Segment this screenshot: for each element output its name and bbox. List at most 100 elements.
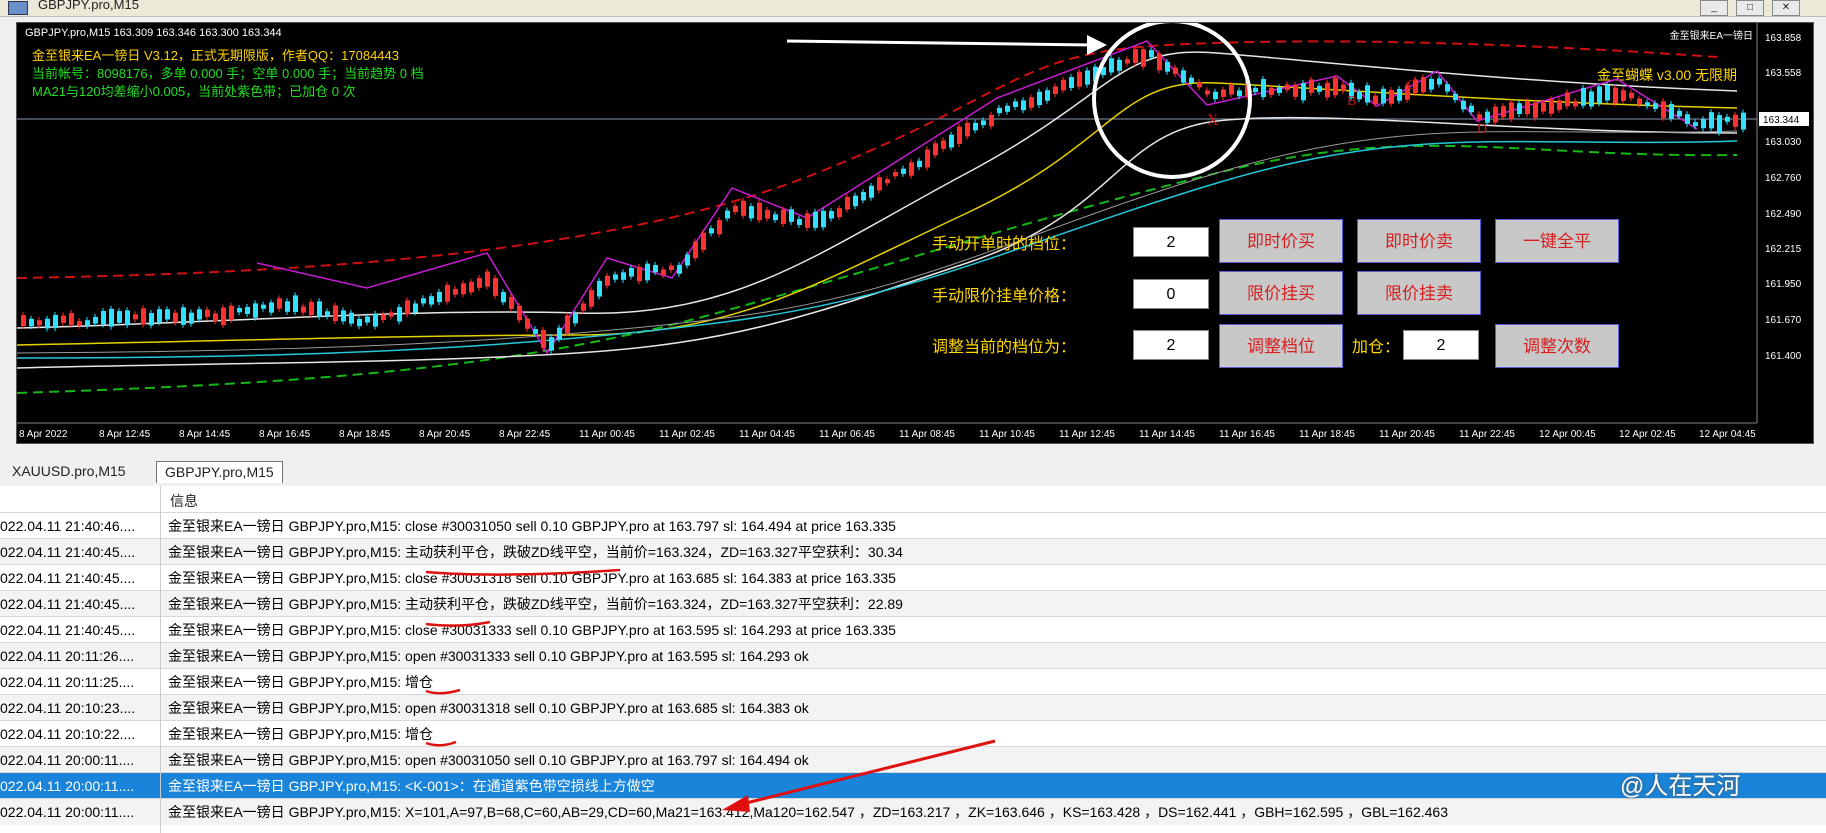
limit-sell-button[interactable]: 限价挂卖: [1357, 271, 1481, 315]
candle-body: [1029, 97, 1034, 108]
candle-body: [117, 311, 122, 323]
adjust-level-button[interactable]: 调整档位: [1219, 324, 1343, 368]
candle-body: [693, 241, 698, 259]
close-button[interactable]: ✕: [1772, 0, 1800, 16]
log-row[interactable]: 022.04.11 20:11:26.... 金至银来EA一镑日 GBPJPY.p…: [0, 642, 1826, 669]
manual-open-level-input[interactable]: 2: [1133, 227, 1209, 257]
candle-body: [1541, 102, 1546, 112]
candle-body: [1581, 87, 1586, 106]
candle-body: [1133, 49, 1138, 64]
candle-body: [645, 263, 650, 281]
time-axis-label: 12 Apr 00:45: [1539, 429, 1596, 440]
candle-body: [661, 269, 666, 276]
time-axis-label: 8 Apr 20:45: [419, 429, 471, 440]
maximize-button[interactable]: □: [1736, 0, 1764, 16]
log-row[interactable]: 022.04.11 21:40:45.... 金至银来EA一镑日 GBPJPY.p…: [0, 564, 1826, 591]
candle-body: [1629, 92, 1634, 99]
candle-body: [917, 160, 922, 168]
chart-tabs: XAUUSD.pro,M15 GBPJPY.pro,M15: [0, 461, 1826, 483]
candle-body: [997, 107, 1002, 114]
candle-body: [1693, 122, 1698, 127]
candle-body: [725, 210, 730, 219]
candle-body: [101, 310, 106, 325]
candle-body: [1125, 59, 1130, 64]
log-row[interactable]: 022.04.11 21:40:45.... 金至银来EA一镑日 GBPJPY.p…: [0, 590, 1826, 617]
candle-body: [1493, 106, 1498, 123]
candle-body: [781, 209, 786, 225]
candle-body: [1533, 102, 1538, 118]
price-axis-label: 161.670: [1765, 315, 1802, 326]
log-row[interactable]: 022.04.11 20:00:11.... 金至银来EA一镑日 GBPJPY.p…: [0, 798, 1826, 825]
candle-body: [1069, 77, 1074, 89]
candle-body: [405, 300, 410, 315]
time-axis-label: 11 Apr 10:45: [979, 429, 1035, 440]
candle-body: [333, 305, 338, 322]
candle-body: [221, 307, 226, 326]
log-row-message: 金至银来EA一镑日 GBPJPY.pro,M15: 增仓: [168, 674, 434, 690]
price-axis-label: 163.858: [1765, 33, 1802, 44]
time-axis-label: 11 Apr 16:45: [1219, 429, 1275, 440]
log-row[interactable]: 022.04.11 21:40:45.... 金至银来EA一镑日 GBPJPY.p…: [0, 538, 1826, 565]
candle-body: [1325, 82, 1330, 98]
candle-body: [541, 329, 546, 348]
log-row[interactable]: 022.04.11 20:10:22.... 金至银来EA一镑日 GBPJPY.p…: [0, 720, 1826, 747]
log-row[interactable]: 022.04.11 20:00:11.... 金至银来EA一镑日 GBPJPY.p…: [0, 746, 1826, 773]
add-position-input[interactable]: 2: [1403, 330, 1479, 360]
time-axis-label: 11 Apr 08:45: [899, 429, 955, 440]
candle-body: [445, 284, 450, 302]
chart-window-icon: [8, 1, 28, 15]
log-row-message: 金至银来EA一镑日 GBPJPY.pro,M15: open #30031050…: [168, 752, 809, 768]
candle-body: [269, 302, 274, 313]
candle-body: [181, 307, 186, 325]
candle-body: [677, 264, 682, 274]
log-row[interactable]: 022.04.11 20:00:11.... 金至银来EA一镑日 GBPJPY.p…: [0, 772, 1826, 799]
candle-body: [293, 295, 298, 312]
candle-body: [1453, 93, 1458, 101]
log-row[interactable]: 022.04.11 21:40:46.... 金至银来EA一镑日 GBPJPY.p…: [0, 512, 1826, 539]
log-row[interactable]: 022.04.11 20:10:23.... 金至银来EA一镑日 GBPJPY.p…: [0, 694, 1826, 721]
price-chart[interactable]: GBPJPY.pro,M15 163.309 163.346 163.300 1…: [16, 22, 1814, 444]
adjust-level-input[interactable]: 2: [1133, 330, 1209, 360]
candle-body: [125, 310, 130, 326]
log-row-time: 022.04.11 20:00:11....: [0, 752, 135, 768]
candle-body: [1013, 101, 1018, 108]
log-row[interactable]: 022.04.11 21:40:45.... 金至银来EA一镑日 GBPJPY.p…: [0, 616, 1826, 643]
log-row-time: 022.04.11 21:40:45....: [0, 622, 136, 638]
candle-body: [277, 298, 282, 309]
candle-body: [1149, 50, 1154, 58]
time-axis-label: 11 Apr 12:45: [1059, 429, 1115, 440]
adjust-level-label: 调整当前的档位为：: [932, 339, 1077, 356]
log-column-separator[interactable]: [160, 486, 161, 833]
candle-body: [845, 196, 850, 210]
candle-body: [469, 281, 474, 293]
candle-body: [1677, 110, 1682, 117]
log-column-message[interactable]: 信息: [170, 491, 198, 511]
candle-body: [1261, 79, 1266, 98]
close-all-button[interactable]: 一键全平: [1495, 219, 1619, 263]
time-axis-label: 11 Apr 06:45: [819, 429, 875, 440]
tab-gbpjpy[interactable]: GBPJPY.pro,M15: [156, 461, 283, 483]
tab-xauusd[interactable]: XAUUSD.pro,M15: [4, 461, 134, 482]
log-row[interactable]: 022.04.11 20:11:25.... 金至银来EA一镑日 GBPJPY.p…: [0, 668, 1826, 695]
candle-body: [1605, 85, 1610, 101]
limit-buy-button[interactable]: 限价挂买: [1219, 271, 1343, 315]
sell-now-button[interactable]: 即时价卖: [1357, 219, 1481, 263]
limit-price-input[interactable]: 0: [1133, 279, 1209, 309]
candle-body: [1621, 90, 1626, 101]
log-row-time: 022.04.11 21:40:45....: [0, 570, 136, 586]
candle-body: [1205, 90, 1210, 95]
candle-body: [885, 179, 890, 184]
candle-body: [1269, 87, 1274, 95]
candle-body: [1333, 77, 1338, 96]
price-axis-label: 161.950: [1765, 279, 1802, 290]
candle-body: [1461, 100, 1466, 110]
window-titlebar: GBPJPY.pro,M15 _ □ ✕: [0, 0, 1826, 17]
candle-body: [1549, 99, 1554, 114]
adjust-count-button[interactable]: 调整次数: [1495, 324, 1619, 368]
candle-body: [493, 278, 498, 296]
minimize-button[interactable]: _: [1700, 0, 1728, 16]
buy-now-button[interactable]: 即时价买: [1219, 219, 1343, 263]
candle-body: [797, 219, 802, 225]
candle-body: [1509, 102, 1514, 120]
candle-body: [853, 195, 858, 207]
